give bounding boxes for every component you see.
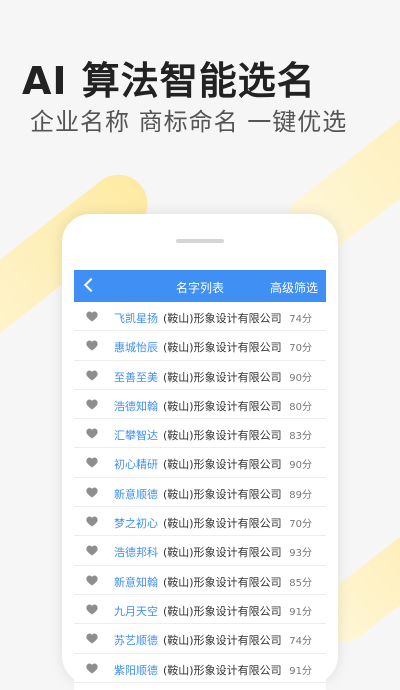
list-item[interactable]: 九月天空 (鞍山)形象设计有限公司 91分 [74, 595, 326, 625]
company-name: 至善至美 [114, 370, 158, 384]
app-screen: 名字列表 高级筛选 飞凯星扬 (鞍山)形象设计有限公司 74分 惠城怡辰 (鞍山)形象设… [74, 270, 326, 690]
list-item[interactable]: 飞凯星扬 (鞍山)形象设计有限公司 74分 [74, 302, 326, 332]
company-name: 新意顺德 [114, 487, 158, 501]
heart-icon[interactable] [86, 311, 98, 322]
score-badge: 83分 [289, 431, 312, 443]
heart-icon[interactable] [86, 457, 98, 468]
score-badge: 80分 [289, 401, 312, 413]
company-name: 紫阳顺德 [114, 663, 158, 677]
company-name: 新意知翰 [114, 575, 158, 589]
company-suffix: (鞍山)形象设计有限公司 [163, 634, 282, 648]
name-list: 飞凯星扬 (鞍山)形象设计有限公司 74分 惠城怡辰 (鞍山)形象设计有限公司 70分 至善… [74, 302, 326, 683]
company-suffix: (鞍山)形象设计有限公司 [163, 312, 282, 325]
heart-icon[interactable] [86, 428, 98, 439]
company-suffix: (鞍山)形象设计有限公司 [163, 341, 282, 355]
company-name: 汇攀智达 [114, 429, 158, 443]
company-suffix: (鞍山)形象设计有限公司 [163, 487, 282, 501]
score-badge: 89分 [289, 489, 312, 501]
advanced-filter-button[interactable]: 高级筛选 [270, 279, 318, 296]
list-item[interactable]: 汇攀智达 (鞍山)形象设计有限公司 83分 [74, 419, 326, 449]
score-badge: 91分 [289, 665, 312, 677]
list-item[interactable]: 梦之初心 (鞍山)形象设计有限公司 70分 [74, 507, 326, 537]
company-name: 九月天空 [114, 604, 158, 618]
score-badge: 90分 [289, 372, 312, 384]
score-badge: 70分 [289, 519, 312, 531]
company-suffix: (鞍山)形象设计有限公司 [163, 575, 282, 589]
list-item[interactable]: 至善至美 (鞍山)形象设计有限公司 90分 [74, 361, 326, 390]
score-badge: 91分 [289, 606, 312, 618]
heart-icon[interactable] [86, 487, 98, 498]
company-name: 飞凯星扬 [114, 312, 158, 325]
list-item[interactable]: 初心精研 (鞍山)形象设计有限公司 90分 [74, 448, 326, 478]
company-suffix: (鞍山)形象设计有限公司 [163, 517, 282, 531]
promo-headline: AI 算法智能选名 [22, 59, 316, 103]
company-name: 初心精研 [114, 458, 158, 472]
company-suffix: (鞍山)形象设计有限公司 [163, 546, 282, 560]
navbar: 名字列表 高级筛选 [74, 270, 326, 302]
company-name: 梦之初心 [114, 517, 158, 531]
company-suffix: (鞍山)形象设计有限公司 [163, 604, 282, 618]
company-suffix: (鞍山)形象设计有限公司 [163, 370, 282, 384]
score-badge: 85分 [289, 577, 312, 589]
score-badge: 90分 [289, 460, 312, 472]
company-suffix: (鞍山)形象设计有限公司 [163, 399, 282, 413]
heart-icon[interactable] [86, 399, 98, 410]
list-item[interactable]: 苏艺顺德 (鞍山)形象设计有限公司 74分 [74, 624, 326, 654]
score-badge: 74分 [289, 314, 312, 325]
list-item[interactable]: 浩德知翰 (鞍山)形象设计有限公司 80分 [74, 390, 326, 420]
company-name: 浩德邦科 [114, 546, 158, 560]
company-name: 惠城怡辰 [114, 341, 158, 355]
company-suffix: (鞍山)形象设计有限公司 [163, 429, 282, 443]
heart-icon[interactable] [86, 545, 98, 556]
list-item[interactable]: 浩德邦科 (鞍山)形象设计有限公司 93分 [74, 536, 326, 566]
heart-icon[interactable] [86, 516, 98, 527]
list-item[interactable]: 惠城怡辰 (鞍山)形象设计有限公司 70分 [74, 331, 326, 361]
score-badge: 93分 [289, 548, 312, 560]
phone-speaker [176, 239, 224, 243]
heart-icon[interactable] [86, 604, 98, 615]
list-item[interactable]: 新意知翰 (鞍山)形象设计有限公司 85分 [74, 566, 326, 595]
score-badge: 70分 [289, 343, 312, 355]
company-suffix: (鞍山)形象设计有限公司 [163, 458, 282, 472]
heart-icon[interactable] [86, 575, 98, 586]
list-item[interactable]: 新意顺德 (鞍山)形象设计有限公司 89分 [74, 478, 326, 508]
company-name: 苏艺顺德 [114, 634, 158, 648]
company-name: 浩德知翰 [114, 399, 158, 413]
company-suffix: (鞍山)形象设计有限公司 [163, 663, 282, 677]
promo-subline: 企业名称 商标命名 一键优选 [30, 108, 348, 136]
heart-icon[interactable] [86, 663, 98, 674]
score-badge: 74分 [289, 636, 312, 648]
list-item[interactable]: 紫阳顺德 (鞍山)形象设计有限公司 91分 [74, 654, 326, 683]
phone-mockup: 名字列表 高级筛选 飞凯星扬 (鞍山)形象设计有限公司 74分 惠城怡辰 (鞍山)形象设… [62, 214, 338, 690]
heart-icon[interactable] [86, 633, 98, 644]
heart-icon[interactable] [86, 340, 98, 351]
heart-icon[interactable] [86, 370, 98, 381]
